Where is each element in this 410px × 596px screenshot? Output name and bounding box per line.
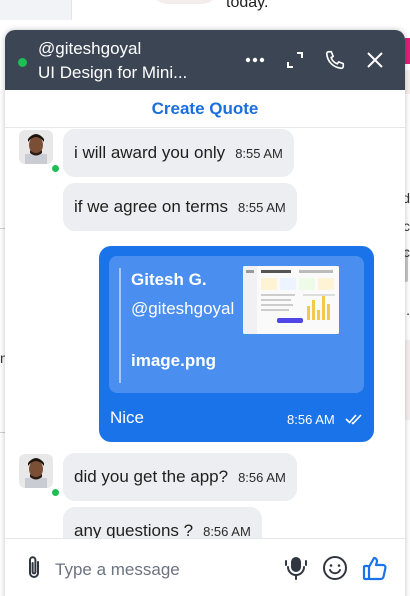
message-bubble: did you get the app? 8:56 AM [63, 453, 297, 501]
quoted-message-card[interactable]: Gitesh G. @giteshgoyal image.png [109, 256, 364, 393]
outgoing-message-bubble: Gitesh G. @giteshgoyal image.png Nice 8:… [99, 246, 374, 442]
online-status-dot [51, 488, 60, 497]
avatar[interactable] [19, 130, 53, 164]
create-quote-link[interactable]: Create Quote [152, 99, 259, 119]
background-shape [150, 0, 220, 4]
more-icon[interactable] [242, 47, 268, 73]
quoted-attachment-name[interactable]: image.png [131, 351, 216, 371]
online-status-dot [18, 58, 27, 67]
message-text: Nice [110, 408, 145, 427]
message-composer [5, 538, 405, 596]
message-text: if we agree on terms [74, 197, 229, 216]
phone-icon[interactable] [322, 47, 348, 73]
message-time: 8:56 AM [238, 469, 286, 485]
message-time: 8:56 AM [287, 412, 335, 427]
chat-header: @giteshgoyal UI Design for Mini... [5, 30, 405, 90]
message-time: 8:55 AM [238, 199, 286, 215]
attachment-icon[interactable] [19, 553, 49, 583]
message-text: i will award you only [74, 143, 226, 162]
quote-rule [119, 268, 121, 383]
avatar[interactable] [19, 454, 53, 488]
online-status-dot [51, 164, 60, 173]
message-text: did you get the app? [74, 467, 229, 486]
quoted-sender-handle: @giteshgoyal [131, 299, 235, 318]
message-bubble: i will award you only 8:55 AM [63, 129, 294, 177]
read-receipt-icon [345, 412, 363, 430]
quoted-sender-name: Gitesh G. [131, 270, 207, 289]
message-bubble: any questions ? 8:56 AM [63, 507, 262, 538]
background-panel [0, 0, 72, 20]
message-text: any questions ? [74, 521, 194, 538]
chat-title: UI Design for Mini... [38, 63, 188, 82]
message-time: 8:56 AM [203, 523, 251, 539]
create-quote-bar: Create Quote [5, 90, 405, 128]
message-list[interactable]: i will award you only 8:55 AM if we agre… [5, 128, 405, 538]
microphone-icon[interactable] [281, 553, 311, 583]
message-input[interactable] [55, 557, 275, 583]
background-letter: . [406, 302, 410, 318]
image-thumbnail[interactable] [243, 266, 339, 334]
chat-widget: @giteshgoyal UI Design for Mini... Creat… [5, 30, 405, 596]
expand-icon[interactable] [282, 47, 308, 73]
message-time: 8:55 AM [235, 145, 283, 161]
thumbs-up-icon[interactable] [360, 553, 390, 583]
chat-username: @giteshgoyal [38, 39, 142, 58]
background-text: today. [226, 0, 269, 11]
emoji-icon[interactable] [320, 553, 350, 583]
close-icon[interactable] [362, 47, 388, 73]
message-bubble: if we agree on terms 8:55 AM [63, 183, 297, 231]
